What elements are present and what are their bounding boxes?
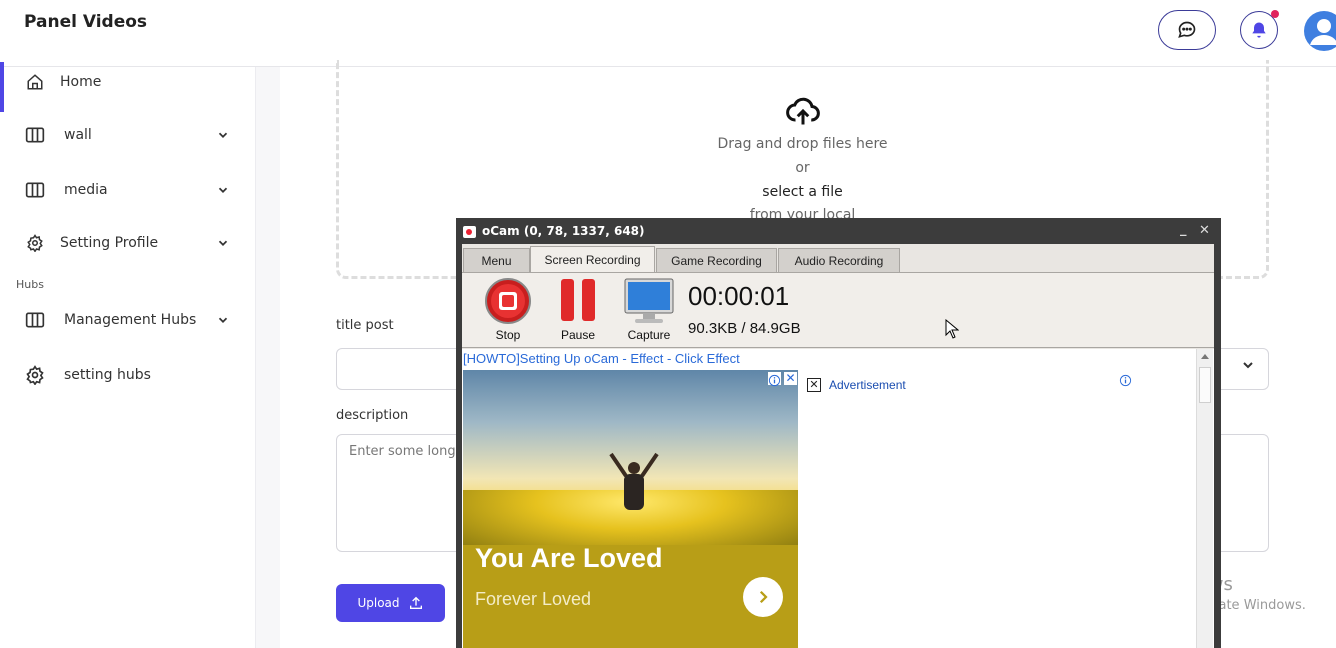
vertical-scrollbar[interactable] <box>1196 349 1213 648</box>
gear-icon <box>24 232 46 254</box>
columns-icon <box>24 179 46 201</box>
ocam-toolbar: Stop Pause Capture 00:00:01 90.3KB / 84.… <box>462 272 1214 348</box>
sidebar-section-label: Hubs <box>16 278 44 291</box>
tab-audio-recording[interactable]: Audio Recording <box>778 248 900 272</box>
ad-subline: Forever Loved <box>475 589 592 609</box>
sidebar-item-wall[interactable]: wall <box>0 115 256 155</box>
sidebar-item-label: Home <box>60 74 102 90</box>
chevron-down-icon[interactable] <box>1240 357 1256 373</box>
bell-icon <box>1252 22 1266 38</box>
ocam-logo-icon <box>463 226 476 238</box>
ad-info-icon[interactable] <box>768 372 781 387</box>
ocam-body: Menu Screen Recording Game Recording Aud… <box>462 244 1214 648</box>
ad-label: Advertisement <box>829 378 906 392</box>
top-bar: Panel Videos <box>0 0 1336 67</box>
pause-label: Pause <box>560 328 596 342</box>
ad-panel: [HOWTO]Setting Up oCam - Effect - Click … <box>462 349 1214 648</box>
chevron-down-icon <box>218 240 228 246</box>
sidebar-item-label: Management Hubs <box>64 312 197 328</box>
ocam-title: oCam (0, 78, 1337, 648) <box>482 224 645 238</box>
stop-button[interactable]: Stop <box>478 277 538 342</box>
monitor-icon <box>624 278 674 323</box>
recording-size: 90.3KB / 84.9GB <box>688 320 801 337</box>
howto-link[interactable]: [HOWTO]Setting Up oCam - Effect - Click … <box>463 351 740 366</box>
columns-icon <box>24 309 46 331</box>
pause-button[interactable]: Pause <box>548 277 608 342</box>
columns-icon <box>24 124 46 146</box>
description-label: description <box>336 408 409 423</box>
avatar[interactable] <box>1304 11 1336 51</box>
pause-icon <box>561 279 595 321</box>
gear-icon <box>24 364 46 386</box>
ocam-titlebar[interactable]: oCam (0, 78, 1337, 648) _ ✕ <box>456 218 1221 244</box>
cloud-upload-icon <box>786 97 820 125</box>
sidebar-item-label: wall <box>64 127 92 143</box>
chevron-down-icon <box>218 317 228 323</box>
chevron-down-icon <box>218 187 228 193</box>
description-placeholder: Enter some long <box>349 444 456 459</box>
ad-headline: You Are Loved <box>475 543 663 573</box>
sidebar-item-home[interactable]: Home <box>0 62 256 102</box>
mouse-cursor-icon <box>945 319 959 339</box>
tab-screen-recording[interactable]: Screen Recording <box>530 246 655 272</box>
ad-close-icon[interactable]: ✕ <box>784 372 797 385</box>
sidebar-item-management-hubs[interactable]: Management Hubs <box>0 300 256 340</box>
sidebar-item-setting-profile[interactable]: Setting Profile <box>0 223 256 263</box>
title-label: title post <box>336 318 394 333</box>
user-icon <box>1310 19 1336 45</box>
scrollbar-thumb[interactable] <box>1199 367 1211 403</box>
ad-info-icon[interactable] <box>1119 372 1132 391</box>
ad-next-button[interactable] <box>743 577 783 617</box>
sidebar-item-label: setting hubs <box>64 367 151 383</box>
recording-timer: 00:00:01 <box>688 281 790 311</box>
chat-button[interactable] <box>1158 10 1216 50</box>
home-icon <box>24 71 46 93</box>
sidebar-item-label: Setting Profile <box>60 235 159 251</box>
dropzone-or: or <box>795 160 810 176</box>
ad-choices-icon[interactable]: ✕ <box>807 378 821 392</box>
upload-icon <box>409 596 422 609</box>
select-file-link[interactable]: select a file <box>336 184 1269 200</box>
sidebar-item-label: media <box>64 182 108 198</box>
ocam-window: oCam (0, 78, 1337, 648) _ ✕ Menu Screen … <box>456 218 1221 648</box>
chevron-right-icon <box>759 590 768 604</box>
sidebar-item-setting-hubs[interactable]: setting hubs <box>0 355 256 395</box>
app-title: Panel Videos <box>24 12 148 32</box>
sidebar-item-media[interactable]: media <box>0 170 256 210</box>
stop-icon <box>485 278 531 324</box>
upload-button[interactable]: Upload <box>336 584 445 622</box>
close-icon[interactable]: ✕ <box>1199 223 1210 238</box>
upload-button-label: Upload <box>357 596 400 610</box>
capture-label: Capture <box>627 328 671 342</box>
dropzone-text: Drag and drop files here <box>717 136 888 152</box>
tab-game-recording[interactable]: Game Recording <box>656 248 777 272</box>
capture-button[interactable]: Capture <box>619 277 679 342</box>
minimize-icon[interactable]: _ <box>1180 222 1187 237</box>
tab-menu[interactable]: Menu <box>463 248 530 272</box>
notification-dot <box>1271 10 1279 18</box>
chat-bubble-icon <box>1178 21 1196 38</box>
person-figure-icon <box>609 452 659 510</box>
chevron-down-icon <box>218 132 228 138</box>
scroll-up-icon[interactable] <box>1200 352 1210 360</box>
stop-label: Stop <box>495 328 521 342</box>
